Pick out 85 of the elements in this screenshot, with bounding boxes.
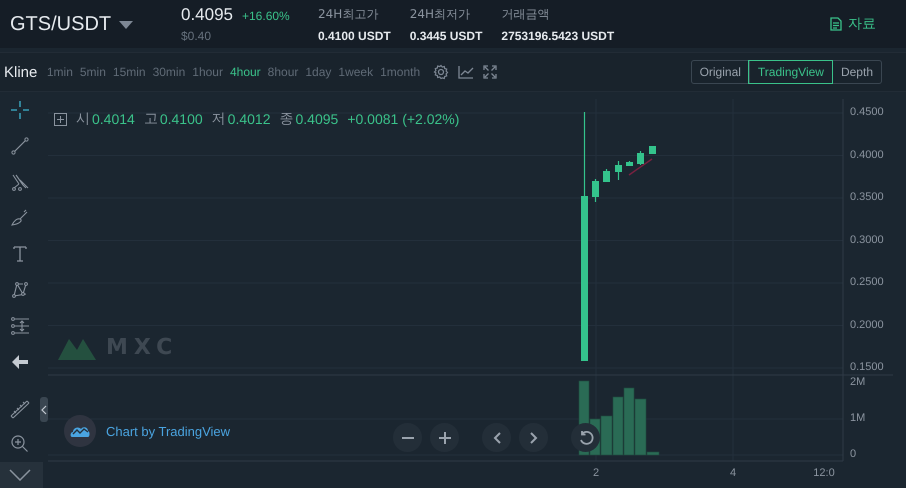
view-tab[interactable]: Original	[692, 61, 749, 83]
document-icon	[830, 17, 842, 31]
logo-button[interactable]	[64, 415, 96, 447]
expand-tools-button[interactable]	[0, 462, 43, 488]
stat-value: 2753196.5423 USDT	[501, 28, 614, 42]
trend-line-icon[interactable]	[10, 136, 30, 156]
zoom-out-button[interactable]	[393, 423, 422, 452]
ohlc-value: 0.4014	[92, 111, 135, 127]
volume-axis-label: 0	[850, 448, 856, 460]
chevron-left-icon	[492, 432, 500, 444]
collapse-handle[interactable]	[40, 397, 48, 422]
interval-tab[interactable]: 1min	[43, 65, 76, 79]
price-axis-label: 0.1500	[850, 361, 884, 373]
chart-title: Kline	[4, 64, 38, 80]
scroll-left-button[interactable]	[482, 423, 511, 452]
measure-icon[interactable]	[10, 316, 30, 336]
candlestick	[592, 179, 599, 202]
interval-tab[interactable]: 4hour	[226, 65, 264, 79]
price-axis-label: 0.4000	[850, 148, 884, 160]
ohlc-value: 0.4012	[228, 111, 270, 127]
reset-icon	[578, 430, 594, 446]
interval-tab[interactable]: 5min	[76, 65, 110, 79]
view-tab[interactable]: TradingView	[748, 61, 832, 83]
line-chart-icon[interactable]	[458, 65, 474, 79]
stat-value: 0.3445 USDT	[410, 28, 482, 42]
chevron-down-icon	[9, 469, 31, 481]
stat-value: 0.4100 USDT	[318, 28, 391, 42]
pitchfork-icon[interactable]	[10, 172, 30, 192]
caret-icon[interactable]	[119, 21, 134, 29]
ohlc-label: 시	[76, 110, 90, 128]
plus-icon	[438, 432, 450, 444]
interval-tab[interactable]: 1hour	[188, 65, 226, 79]
last-price: 0.4095	[181, 5, 233, 25]
interval-tab[interactable]: 1month	[376, 65, 424, 79]
ohlc-value: 0.4100	[160, 111, 203, 127]
zoom-in-icon[interactable]	[10, 434, 30, 454]
scroll-right-button[interactable]	[519, 423, 548, 452]
interval-tab[interactable]: 8hour	[264, 65, 302, 79]
stat-label: 24H최고가	[318, 6, 380, 22]
volume-axis-label: 1M	[850, 412, 866, 424]
zoom-in-button[interactable]	[430, 423, 459, 452]
ohlc-label: 저	[212, 110, 226, 128]
interval-tab[interactable]: 1day	[302, 65, 335, 79]
stat-label: 거래금액	[501, 6, 550, 22]
ruler-icon[interactable]	[9, 398, 31, 420]
volume-axis-label: 2M	[850, 376, 866, 388]
price-axis-label: 0.3500	[850, 191, 884, 203]
interval-tab[interactable]: 30min	[149, 65, 189, 79]
price-axis-label: 0.4500	[850, 106, 884, 118]
time-axis-label: 2	[592, 467, 600, 479]
ohlc-value: 0.4095	[295, 111, 338, 127]
stat-label: 24H최저가	[410, 6, 471, 22]
price-axis-label: 0.2500	[850, 276, 884, 288]
interval-tab[interactable]: 15min	[109, 65, 150, 79]
price-axis-label: 0.3000	[850, 234, 884, 246]
candlestick	[626, 161, 633, 166]
reset-button[interactable]	[571, 423, 600, 452]
candlestick	[615, 161, 622, 180]
ohlc-label: 고	[144, 110, 158, 128]
chevron-left-icon	[41, 404, 47, 414]
time-axis-label: 4	[728, 467, 738, 479]
chevron-right-icon	[530, 432, 538, 444]
fullscreen-icon[interactable]	[482, 65, 497, 79]
price-change: +16.60%	[242, 9, 290, 23]
trading-pair[interactable]: GTS/USDT	[10, 12, 112, 36]
brush-icon[interactable]	[10, 208, 30, 228]
interval-tab[interactable]: 1week	[334, 65, 377, 79]
candlestick	[603, 169, 610, 182]
usd-price: $0.40	[181, 29, 212, 43]
time-axis-label: 12:0	[812, 467, 836, 479]
ohlc-label: 종	[279, 110, 294, 128]
candlestick	[649, 146, 656, 154]
price-axis-label: 0.2000	[850, 318, 884, 330]
volume-bar	[624, 388, 634, 456]
ohlc-change: +0.0081 (+2.02%)	[347, 111, 460, 127]
settings-icon[interactable]	[432, 64, 449, 80]
crosshair-icon[interactable]	[10, 100, 30, 120]
view-tab[interactable]: Depth	[832, 61, 881, 83]
attribution-link[interactable]: Chart by TradingView	[106, 424, 230, 438]
info-button[interactable]: 자료	[830, 15, 876, 33]
expand-legend-icon[interactable]	[54, 112, 67, 126]
pattern-icon[interactable]	[10, 280, 30, 300]
candlestick	[637, 151, 644, 165]
minus-icon	[402, 436, 414, 438]
indicator-line	[628, 158, 652, 176]
